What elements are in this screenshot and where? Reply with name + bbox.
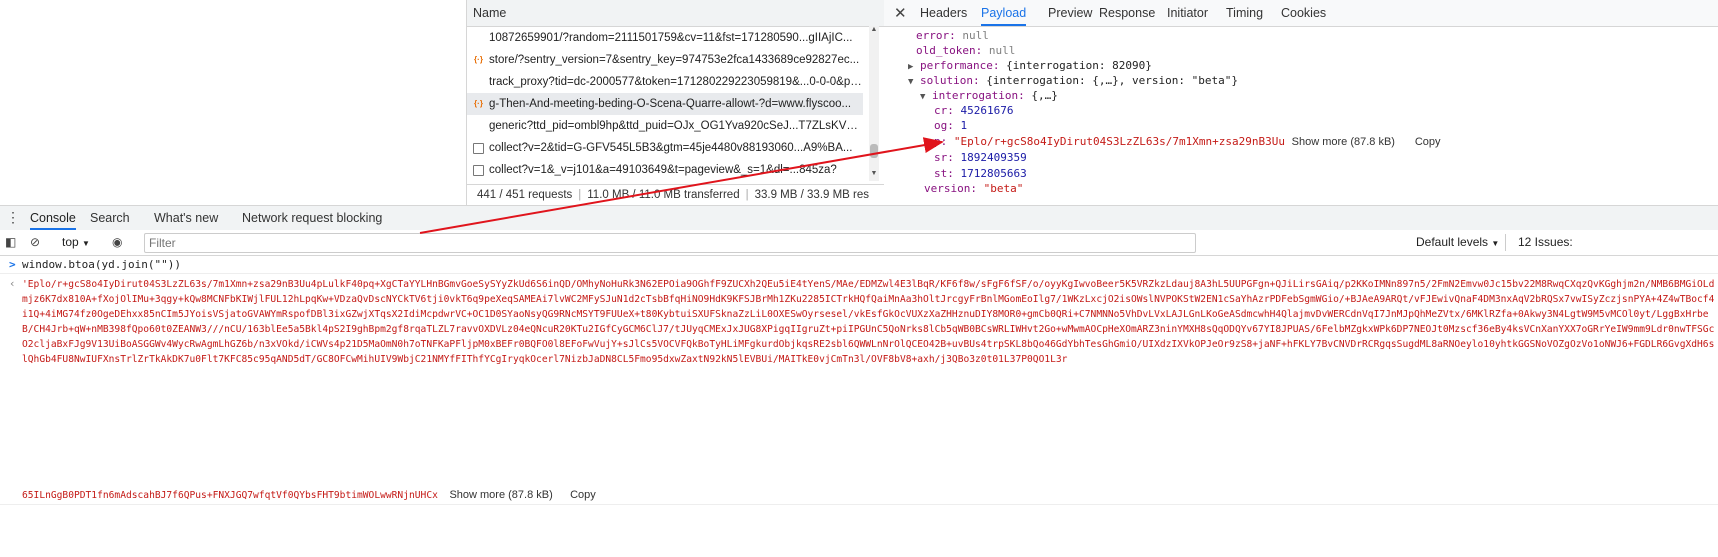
page-blank-area (0, 0, 466, 205)
console-toolbar: ◧ ⊘ top ▼ ◉ Default levels ▼ 12 Issues: (0, 230, 1718, 256)
tab-headers[interactable]: Headers (920, 0, 967, 26)
request-list-scrollbar[interactable]: ▲ ▼ (869, 26, 879, 181)
request-row[interactable]: {·} store/?sentry_version=7&sentry_key=97… (467, 49, 863, 71)
show-more-button[interactable]: Show more (87.8 kB) (1292, 136, 1395, 148)
drawer-tabs: ⋮ Console Search What's new Network requ… (0, 205, 1718, 231)
result-actions: 65ILnGgB0PDT1fn6mAdscahBJ7f6QPus+FNXJGQ7… (22, 488, 1718, 503)
transferred-size: 11.0 MB / 11.0 MB transferred (587, 189, 740, 201)
payload-interrogation[interactable]: ▼ interrogation: {,…} (920, 88, 1058, 103)
tab-initiator[interactable]: Initiator (1167, 0, 1208, 26)
result-arrow-icon: ‹ (9, 277, 16, 290)
toolbar-divider (1505, 234, 1506, 251)
tab-payload[interactable]: Payload (981, 0, 1027, 26)
result-copy-button[interactable]: Copy (570, 489, 596, 501)
request-url: store/?sentry_version=7&sentry_key=97475… (489, 54, 860, 66)
network-request-list: Name 10872659901/?random=2111501759&cv=1… (466, 0, 895, 206)
name-column-header[interactable]: Name (467, 0, 885, 27)
request-url: g-Then-And-meeting-beding-O-Scena-Quarre… (489, 98, 852, 110)
result-string: 'Eplo/r+gcS8o4IyDirut04S3LzZL63s/7m1Xmn+… (22, 279, 1715, 366)
more-options-icon[interactable]: ⋮ (6, 209, 20, 225)
result-show-more-button[interactable]: Show more (87.8 kB) (449, 489, 552, 501)
payload-old-token: old_token: null (916, 44, 1016, 57)
dropdown-arrow-icon: ▼ (82, 239, 90, 248)
blank-icon (473, 120, 484, 131)
requests-count: 441 / 451 requests (477, 189, 573, 201)
console-result: ‹ 'Eplo/r+gcS8o4IyDirut04S3LzZL63s/7m1Xm… (0, 274, 1718, 505)
log-levels-dropdown[interactable]: Default levels ▼ (1416, 235, 1499, 249)
payload-og: og: 1 (934, 119, 968, 132)
request-row[interactable]: collect?v=1&_v=j101&a=49103649&t=pagevie… (467, 159, 863, 181)
payload-st: st: 1712805663 (934, 167, 1027, 180)
request-detail-panel: ✕ Headers Payload Preview Response Initi… (884, 0, 1718, 205)
sidebar-toggle-icon[interactable]: ◧ (5, 235, 16, 249)
checkbox-icon (473, 165, 484, 176)
copy-button[interactable]: Copy (1415, 136, 1441, 148)
payload-cr: cr: 45261676 (934, 104, 1014, 117)
tab-network-request-blocking[interactable]: Network request blocking (242, 206, 382, 230)
filter-field[interactable] (144, 233, 1196, 253)
console-command-line: > window.btoa(yd.join("")) (0, 256, 1718, 274)
tab-preview[interactable]: Preview (1048, 0, 1092, 26)
tab-search[interactable]: Search (90, 206, 130, 230)
result-tail: 65ILnGgB0PDT1fn6mAdscahBJ7f6QPus+FNXJGQ7… (22, 490, 438, 501)
tab-cookies[interactable]: Cookies (1281, 0, 1326, 26)
blank-icon (473, 32, 484, 43)
tab-whats-new[interactable]: What's new (154, 206, 218, 230)
checkbox-icon (473, 143, 484, 154)
collapse-triangle-icon[interactable]: ▼ (908, 77, 913, 87)
request-url: collect?v=2&tid=G-GFV545L5B3&gtm=45je448… (489, 142, 853, 154)
request-row[interactable]: track_proxy?tid=dc-2000577&token=1712802… (467, 71, 863, 93)
request-row[interactable]: collect?v=2&tid=G-GFV545L5B3&gtm=45je448… (467, 137, 863, 159)
scrollbar-thumb[interactable] (870, 144, 878, 158)
scroll-up-arrow-icon[interactable]: ▲ (869, 26, 879, 33)
close-icon[interactable]: ✕ (894, 4, 907, 22)
payload-performance[interactable]: ▶ performance: {interrogation: 82090} (908, 58, 1152, 73)
request-url: 10872659901/?random=2111501759&cv=11&fst… (489, 32, 853, 44)
eye-icon[interactable]: ◉ (112, 235, 122, 249)
dropdown-arrow-icon: ▼ (1491, 239, 1500, 248)
tab-response[interactable]: Response (1099, 0, 1155, 26)
request-row[interactable]: {·} g-Then-And-meeting-beding-O-Scena-Qua… (467, 93, 863, 115)
scroll-down-arrow-icon[interactable]: ▼ (869, 170, 879, 177)
payload-sr: sr: 1892409359 (934, 151, 1027, 164)
request-row[interactable]: 10872659901/?random=2111501759&cv=11&fst… (467, 27, 863, 49)
detail-tabs: ✕ Headers Payload Preview Response Initi… (884, 0, 1718, 27)
context-selector[interactable]: top ▼ (62, 235, 90, 249)
issues-counter[interactable]: 12 Issues: (1518, 235, 1573, 249)
request-row[interactable]: generic?ttd_pid=ombl9hp&ttd_puid=OJx_OG1… (467, 115, 863, 137)
request-url: generic?ttd_pid=ombl9hp&ttd_puid=OJx_OG1… (489, 120, 863, 132)
blank-icon (473, 76, 484, 87)
tab-console[interactable]: Console (30, 206, 76, 230)
network-status-bar: 441 / 451 requests | 11.0 MB / 11.0 MB tra… (467, 184, 895, 206)
collapse-triangle-icon[interactable]: ▼ (920, 92, 925, 102)
payload-solution[interactable]: ▼ solution: {interrogation: {,…}, versio… (908, 73, 1238, 88)
clear-console-icon[interactable]: ⊘ (30, 235, 40, 249)
request-url: track_proxy?tid=dc-2000577&token=1712802… (489, 76, 863, 88)
tab-timing[interactable]: Timing (1226, 0, 1263, 26)
payload-error: error: null (916, 29, 989, 42)
console-command: window.btoa(yd.join("")) (22, 258, 181, 271)
payload-version: version: "beta" (924, 182, 1024, 195)
filter-input[interactable] (145, 234, 1193, 252)
fetch-icon: {·} (474, 55, 483, 64)
fetch-icon: {·} (474, 99, 483, 108)
expand-triangle-icon[interactable]: ▶ (908, 62, 913, 72)
payload-p: p: "Eplo/r+gcS8o4IyDirut04S3LzZL63s/7m1X… (934, 135, 1441, 148)
request-rows: 10872659901/?random=2111501759&cv=11&fst… (467, 27, 885, 203)
request-url: collect?v=1&_v=j101&a=49103649&t=pagevie… (489, 164, 837, 176)
resources-size: 33.9 MB / 33.9 MB res (754, 189, 870, 201)
prompt-icon: > (9, 258, 16, 271)
